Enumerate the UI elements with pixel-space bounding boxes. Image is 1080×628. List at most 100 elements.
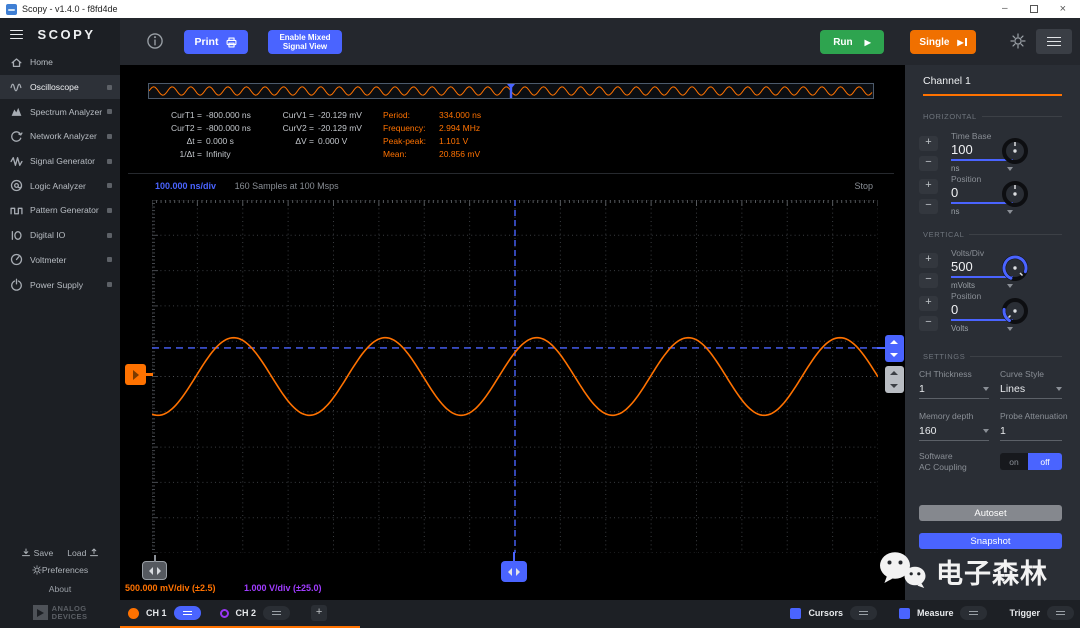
tool-stop-indicator[interactable] <box>107 207 112 213</box>
bottom-bar: CH 1 CH 2 + Cursors Measure Trigger <box>120 600 1080 628</box>
ch-thickness-select[interactable]: 1 <box>919 383 989 399</box>
sidebar-item-spectrum-analyzer[interactable]: Spectrum Analyzer <box>0 99 120 124</box>
memory-depth-select[interactable]: 160 <box>919 425 989 441</box>
timebase-unit-select[interactable]: ns <box>951 164 1013 173</box>
load-button[interactable]: Load <box>67 548 99 558</box>
info-button[interactable] <box>146 32 164 50</box>
curve-style-select[interactable]: Lines <box>1000 383 1062 399</box>
ch1-tab[interactable]: CH 1 <box>146 608 167 618</box>
snapshot-button[interactable]: Snapshot <box>919 533 1062 549</box>
tool-stop-indicator[interactable] <box>107 183 112 189</box>
waveform-canvas[interactable] <box>152 200 878 553</box>
sidebar-item-signal-generator[interactable]: Signal Generator <box>0 149 120 174</box>
timebase-value[interactable]: 100 <box>951 142 973 157</box>
ac-on-option[interactable]: on <box>1000 453 1028 470</box>
voltsdiv-field-label: Volts/Div <box>951 248 985 258</box>
ch1-offset-handle[interactable] <box>125 364 153 385</box>
run-button[interactable]: Run ▶ <box>820 30 884 54</box>
vposition-value[interactable]: 0 <box>951 302 958 317</box>
tool-stop-indicator[interactable] <box>107 84 112 90</box>
timebase-increment-button[interactable]: + <box>919 136 938 151</box>
voltsdiv-knob[interactable] <box>1001 254 1029 282</box>
sidebar-nav: Home Oscilloscope Spectrum Analyzer Netw… <box>0 50 120 297</box>
sidebar-item-network-analyzer[interactable]: Network Analyzer <box>0 124 120 149</box>
cursors-label[interactable]: Cursors <box>808 608 843 618</box>
ch2-menu-button[interactable] <box>263 606 291 620</box>
timebase-knob[interactable] <box>1001 137 1029 165</box>
plot-scroll-handle[interactable] <box>142 555 167 580</box>
ac-coupling-toggle[interactable]: on off <box>1000 453 1062 470</box>
measure-label[interactable]: Measure <box>917 608 954 618</box>
sidebar-hamburger-icon[interactable] <box>10 29 23 40</box>
measure-checkbox[interactable] <box>898 607 910 619</box>
ac-off-option[interactable]: off <box>1028 453 1062 470</box>
vposition-unit-select[interactable]: Volts <box>951 324 1013 333</box>
about-button[interactable]: About <box>0 584 120 594</box>
settings-gear-button[interactable] <box>1010 33 1026 49</box>
chevron-right-icon <box>516 567 520 576</box>
channel-settings-panel: Channel 1 HORIZONTAL Time Base + − 100 n… <box>905 65 1080 600</box>
oscilloscope-icon <box>10 81 23 94</box>
tool-stop-indicator[interactable] <box>107 133 112 139</box>
secondary-level-handle[interactable] <box>885 366 904 393</box>
vposition-field-label: Position <box>951 291 982 301</box>
tool-stop-indicator[interactable] <box>107 257 112 263</box>
maximize-button[interactable] <box>1029 5 1038 13</box>
cursors-menu-button[interactable] <box>849 606 877 620</box>
hposition-increment-button[interactable]: + <box>919 179 938 194</box>
sidebar-item-oscilloscope[interactable]: Oscilloscope <box>0 74 120 100</box>
trigger-position-handle[interactable] <box>501 552 527 582</box>
trigger-label[interactable]: Trigger <box>1009 608 1040 618</box>
add-channel-button[interactable]: + <box>311 605 328 621</box>
ch1-menu-button[interactable] <box>173 606 201 620</box>
cursors-checkbox[interactable] <box>790 607 802 619</box>
voltsdiv-increment-button[interactable]: + <box>919 253 938 268</box>
sidebar-item-home[interactable]: Home <box>0 50 120 75</box>
probe-attenuation-input[interactable]: 1 <box>1000 425 1062 441</box>
timebase-decrement-button[interactable]: − <box>919 156 938 171</box>
timebase-field-label: Time Base <box>951 131 992 141</box>
trigger-menu-button[interactable] <box>1047 606 1074 620</box>
sidebar-item-digital-io[interactable]: Digital IO <box>0 223 120 248</box>
print-button[interactable]: Print <box>184 30 248 54</box>
sidebar-item-pattern-generator[interactable]: Pattern Generator <box>0 198 120 223</box>
pattern-generator-icon <box>10 204 23 217</box>
tool-stop-indicator[interactable] <box>107 282 112 288</box>
minimize-button[interactable]: – <box>1002 4 1008 14</box>
ch2-tab[interactable]: CH 2 <box>236 608 257 618</box>
toolbar-menu-button[interactable] <box>1036 29 1072 54</box>
save-button[interactable]: Save <box>21 548 53 558</box>
single-button[interactable]: Single ▶ <box>910 30 976 54</box>
sidebar-item-power-supply[interactable]: Power Supply <box>0 272 120 297</box>
hposition-decrement-button[interactable]: − <box>919 199 938 214</box>
wechat-watermark: 电子森林 <box>878 550 1048 592</box>
trigger-level-handle[interactable] <box>877 335 904 362</box>
hposition-unit-select[interactable]: ns <box>951 207 1013 216</box>
tool-stop-indicator[interactable] <box>107 158 112 164</box>
tool-stop-indicator[interactable] <box>107 232 112 238</box>
measure-menu-button[interactable] <box>960 606 988 620</box>
ac-coupling-label-line2: AC Coupling <box>919 462 967 472</box>
voltsdiv-value[interactable]: 500 <box>951 259 973 274</box>
sidebar-item-voltmeter[interactable]: Voltmeter <box>0 248 120 273</box>
sidebar: SCOPY Home Oscilloscope Spectrum Analyze… <box>0 18 120 628</box>
hposition-knob[interactable] <box>1001 180 1029 208</box>
tool-stop-indicator[interactable] <box>107 109 112 115</box>
ch1-color-dot <box>128 607 139 619</box>
voltsdiv-unit-select[interactable]: mVolts <box>951 281 1013 290</box>
ch1-accent-underline <box>923 94 1062 96</box>
vposition-increment-button[interactable]: + <box>919 296 938 311</box>
voltsdiv-decrement-button[interactable]: − <box>919 273 938 288</box>
mixed-signal-view-button[interactable]: Enable Mixed Signal View <box>268 30 342 54</box>
sidebar-item-logic-analyzer[interactable]: Logic Analyzer <box>0 173 120 198</box>
chevron-left-icon <box>508 567 512 576</box>
close-button[interactable]: × <box>1060 4 1066 15</box>
preferences-button[interactable]: Preferences <box>0 565 120 575</box>
hposition-value[interactable]: 0 <box>951 185 958 200</box>
chevron-down-icon <box>890 353 898 357</box>
window-titlebar: Scopy - v1.4.0 - f8fd4de – × <box>0 0 1080 18</box>
autoset-button[interactable]: Autoset <box>919 505 1062 521</box>
capture-overview-strip[interactable] <box>148 83 874 99</box>
vposition-decrement-button[interactable]: − <box>919 316 938 331</box>
vposition-knob[interactable] <box>1001 297 1029 325</box>
